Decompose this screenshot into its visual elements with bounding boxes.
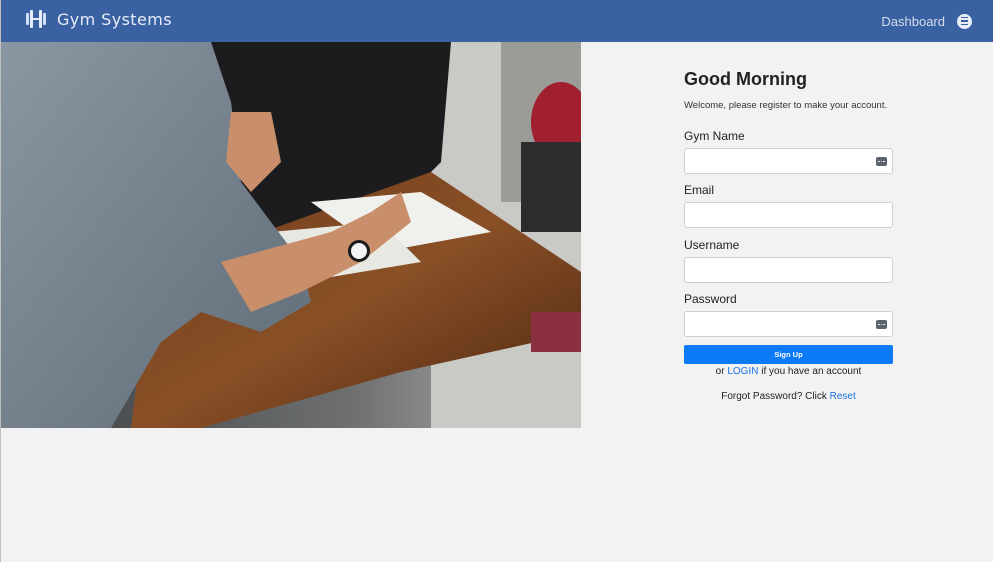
office-meeting-photo xyxy=(1,42,581,428)
password-field[interactable] xyxy=(684,311,893,337)
brand[interactable]: Gym Systems xyxy=(23,6,172,32)
username-input[interactable] xyxy=(685,258,892,282)
top-navbar: Gym Systems Dashboard xyxy=(1,0,993,42)
password-manager-icon[interactable] xyxy=(876,320,887,329)
email-label: Email xyxy=(684,183,715,197)
dumbbell-icon xyxy=(26,10,46,28)
gym-name-label: Gym Name xyxy=(684,129,745,143)
reset-link[interactable]: Reset xyxy=(830,391,856,402)
username-field[interactable] xyxy=(684,257,893,283)
dashboard-link[interactable]: Dashboard xyxy=(881,14,945,29)
hamburger-circle-icon[interactable] xyxy=(957,13,972,29)
sign-up-button[interactable]: Sign Up xyxy=(684,345,893,364)
gym-name-field[interactable] xyxy=(684,148,893,174)
password-manager-icon[interactable] xyxy=(876,157,887,166)
login-prefix: or xyxy=(715,366,728,377)
username-label: Username xyxy=(684,238,740,252)
page-title: Good Morning xyxy=(684,69,807,89)
email-input[interactable] xyxy=(685,203,892,227)
brand-name: Gym Systems xyxy=(57,9,172,29)
forgot-prefix: Forgot Password? Click xyxy=(721,391,830,402)
page-subtitle: Welcome, please register to make your ac… xyxy=(684,100,888,111)
login-suffix: if you have an account xyxy=(758,366,862,377)
password-label: Password xyxy=(684,292,737,306)
forgot-password-prompt: Forgot Password? Click Reset xyxy=(684,391,893,402)
hero-photo xyxy=(1,42,581,428)
password-input[interactable] xyxy=(685,312,892,336)
gym-name-input[interactable] xyxy=(685,149,892,173)
email-field[interactable] xyxy=(684,202,893,228)
login-prompt: or LOGIN if you have an account xyxy=(684,366,893,377)
login-link[interactable]: LOGIN xyxy=(727,366,758,377)
